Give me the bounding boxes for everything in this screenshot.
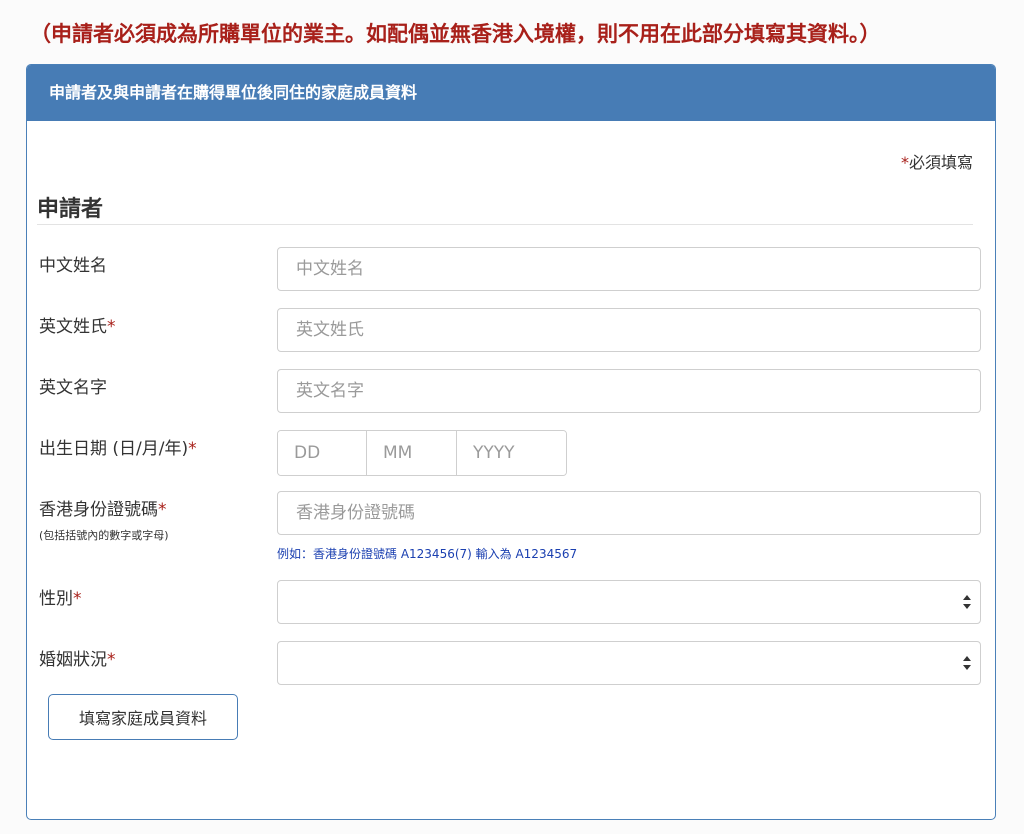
applicant-panel: 申請者及與申請者在購得單位後同住的家庭成員資料 *必須填寫 申請者 中文姓名 英… [26,64,996,820]
required-note: *必須填寫 [901,149,973,173]
dob-label: 出生日期 (日/月/年)* [39,434,197,459]
chinese-name-label: 中文姓名 [39,251,107,276]
dob-year-input[interactable] [457,431,566,475]
required-star: * [188,439,197,459]
chinese-name-label-text: 中文姓名 [39,256,107,276]
dob-month-input[interactable] [367,431,457,475]
required-star: * [158,500,167,520]
family-members-button[interactable]: 填寫家庭成員資料 [48,694,238,740]
required-star: * [107,317,116,337]
gender-label: 性別* [39,584,82,609]
section-title: 申請者 [37,197,104,222]
marital-status-label-text: 婚姻狀況 [39,650,107,670]
english-surname-input[interactable] [277,308,981,352]
hkid-label: 香港身份證號碼* [39,495,167,520]
dob-input-group [277,430,567,476]
hkid-label-text: 香港身份證號碼 [39,500,158,520]
english-given-name-label: 英文名字 [39,373,107,398]
hkid-input[interactable] [277,491,981,535]
english-given-name-label-text: 英文名字 [39,378,107,398]
panel-header: 申請者及與申請者在購得單位後同住的家庭成員資料 [27,65,995,121]
select-arrows-icon [963,656,971,670]
english-surname-label-text: 英文姓氏 [39,317,107,337]
marital-status-select[interactable] [277,641,981,685]
select-arrows-icon [963,595,971,609]
marital-status-label: 婚姻狀況* [39,645,116,670]
english-given-name-input[interactable] [277,369,981,413]
required-star: * [73,589,82,609]
ownership-notice: （申請者必須成為所購單位的業主。如配偶並無香港入境權，則不用在此部分填寫其資料。… [30,22,881,46]
gender-select[interactable] [277,580,981,624]
required-note-text: 必須填寫 [908,153,973,172]
english-surname-label: 英文姓氏* [39,312,116,337]
dob-label-text: 出生日期 (日/月/年) [39,439,189,459]
hkid-hint: 例如：香港身份證號碼 A123456(7) 輸入為 A1234567 [277,547,578,561]
required-star: * [107,650,116,670]
dob-day-input[interactable] [278,431,367,475]
required-star: * [900,153,909,172]
gender-label-text: 性別 [39,589,73,609]
chinese-name-input[interactable] [277,247,981,291]
section-divider [37,224,973,225]
hkid-sub-label: (包括括號內的數字或字母) [39,529,169,542]
